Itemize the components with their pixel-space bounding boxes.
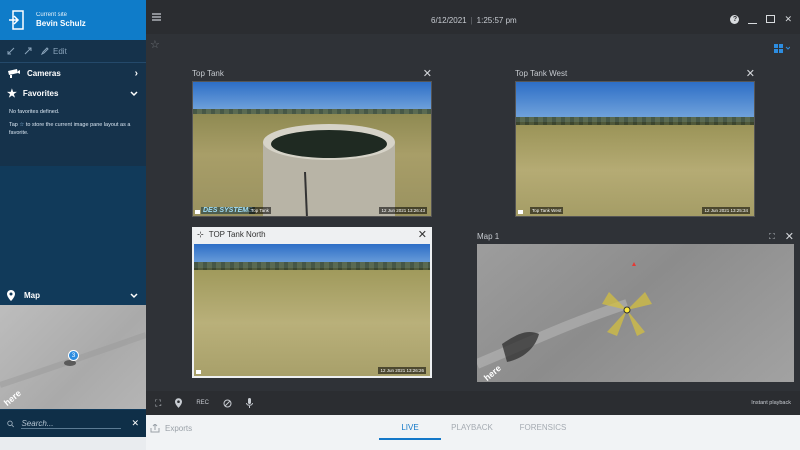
camera-tile-top-tank[interactable]: Top Tank ✕ DES SYSTEMS Top Tank 12 Jun 2… xyxy=(192,66,432,217)
menu-icon[interactable] xyxy=(152,13,161,21)
ptz-camera-icon: ⊹ xyxy=(197,230,204,239)
camera-tile-top-tank-west[interactable]: Top Tank West ✕ Top Tank West 12 Jun 202… xyxy=(515,66,755,217)
favorites-panel: No favorites defined. Tap ☆ to store the… xyxy=(0,104,146,166)
cameras-label: Cameras xyxy=(27,68,61,78)
search-bar: ✕ xyxy=(0,410,146,437)
camera-timestamp: 12 Jun 2021 13:25:34 xyxy=(702,207,750,214)
tab-forensics[interactable]: FORENSICS xyxy=(503,415,583,440)
current-time: 1:25:57 pm xyxy=(476,16,517,25)
close-tile-icon[interactable]: ✕ xyxy=(746,67,755,80)
favorites-empty-text: No favorites defined. xyxy=(9,109,60,115)
camera-timestamp: 12 Jun 2021 13:26:26 xyxy=(378,367,426,374)
close-tile-icon[interactable]: ✕ xyxy=(418,228,427,241)
tab-playback[interactable]: PLAYBACK xyxy=(441,415,503,440)
help-icon[interactable]: ? xyxy=(730,15,740,24)
map-tile[interactable]: Map 1 ⛶ ✕ here xyxy=(477,229,794,382)
clear-search-icon[interactable]: ✕ xyxy=(131,418,139,429)
camera-icon xyxy=(8,69,20,78)
top-bar: 6/12/2021 | 1:25:57 pm ? ✕ xyxy=(146,0,800,34)
no-motion-icon[interactable] xyxy=(223,399,232,408)
layout-grid-icon[interactable] xyxy=(774,40,791,58)
map-pin-icon xyxy=(7,290,15,301)
current-date: 6/12/2021 xyxy=(431,16,467,25)
map-terrain xyxy=(477,262,652,369)
chevron-right-icon: › xyxy=(134,67,138,79)
export-icon xyxy=(150,424,160,433)
date-time: 6/12/2021 | 1:25:57 pm xyxy=(431,16,517,25)
favorites-hint: Tap ☆ to store the current image pane la… xyxy=(9,122,131,136)
rec-button[interactable]: REC xyxy=(196,400,209,406)
instant-playback-button[interactable]: Instant playback xyxy=(751,400,791,406)
tile-title: Map 1 xyxy=(477,232,500,241)
map-section-header[interactable]: Map xyxy=(0,285,146,306)
microphone-icon[interactable] xyxy=(245,398,253,408)
cameras-section-header[interactable]: Cameras › xyxy=(0,62,146,83)
expand-arrows-icon[interactable] xyxy=(24,47,32,55)
map-label: Map xyxy=(24,291,40,300)
camera-tile-top-tank-north[interactable]: ⊹ TOP Tank North ✕ 12 Jun 2021 13:26:26 xyxy=(192,227,432,378)
location-pin-icon[interactable] xyxy=(175,398,183,408)
window-controls: ? ✕ xyxy=(730,15,792,24)
site-name: Bevin Schulz xyxy=(36,19,86,28)
add-favorite-icon[interactable]: ☆ xyxy=(150,38,160,51)
camera-label: Top Tank xyxy=(249,207,271,214)
map-view[interactable]: here xyxy=(477,244,794,382)
search-icon xyxy=(7,420,14,427)
tile-title: TOP Tank North xyxy=(208,230,266,239)
app-window: Current site Bevin Schulz Edit Cameras ›… xyxy=(0,0,800,450)
restore-icon[interactable] xyxy=(766,15,776,23)
map-marker-cluster[interactable]: 3 xyxy=(68,350,79,361)
tile-title: Top Tank xyxy=(192,69,224,78)
current-site-header[interactable]: Current site Bevin Schulz xyxy=(0,0,146,40)
camera-feed-top-tank-north[interactable]: 12 Jun 2021 13:26:26 xyxy=(192,242,432,378)
close-tile-icon[interactable]: ✕ xyxy=(785,230,794,243)
close-tile-icon[interactable]: ✕ xyxy=(423,67,432,80)
tab-live[interactable]: LIVE xyxy=(379,415,441,440)
tile-toolbar: ⛶ REC Instant playback xyxy=(146,391,800,415)
site-caption: Current site xyxy=(36,12,68,18)
footer: Exports LIVE PLAYBACK FORENSICS xyxy=(146,415,800,450)
exports-label: Exports xyxy=(165,424,193,433)
camera-feed-top-tank[interactable]: DES SYSTEMS Top Tank 12 Jun 2021 13:26:4… xyxy=(192,81,432,217)
mode-tabs: LIVE PLAYBACK FORENSICS xyxy=(379,415,583,440)
tile-title: Top Tank West xyxy=(515,69,568,78)
camera-label: Top Tank West xyxy=(530,207,564,214)
exports-button[interactable]: Exports xyxy=(150,424,192,433)
camera-feed-top-tank-west[interactable]: Top Tank West 12 Jun 2021 13:25:34 xyxy=(515,81,755,217)
favorites-section-header[interactable]: ★ Favorites xyxy=(0,83,146,104)
des-systems-logo: DES SYSTEMS xyxy=(201,207,255,214)
water-tank xyxy=(263,124,395,216)
camera-timestamp: 12 Jun 2021 13:26:43 xyxy=(379,207,427,214)
main-view: 6/12/2021|1:25:57 pm ? ✕ ☆ Top Tank ✕ xyxy=(146,0,800,415)
edit-button[interactable]: Edit xyxy=(53,47,67,56)
search-input[interactable] xyxy=(21,418,122,429)
chevron-down-icon xyxy=(130,292,138,298)
star-icon: ★ xyxy=(7,88,17,100)
close-icon[interactable]: ✕ xyxy=(784,15,792,24)
favorites-label: Favorites xyxy=(22,89,59,98)
minimize-icon[interactable] xyxy=(748,15,758,24)
fullscreen-icon[interactable]: ⛶ xyxy=(155,398,161,409)
pencil-icon[interactable] xyxy=(41,47,49,55)
mini-map[interactable]: 3 here xyxy=(0,305,146,409)
chevron-down-icon xyxy=(130,90,138,96)
exit-site-icon[interactable] xyxy=(8,10,24,30)
collapse-arrows-icon[interactable] xyxy=(7,47,15,55)
fullscreen-icon[interactable]: ⛶ xyxy=(769,232,775,242)
edit-row: Edit xyxy=(0,40,146,62)
